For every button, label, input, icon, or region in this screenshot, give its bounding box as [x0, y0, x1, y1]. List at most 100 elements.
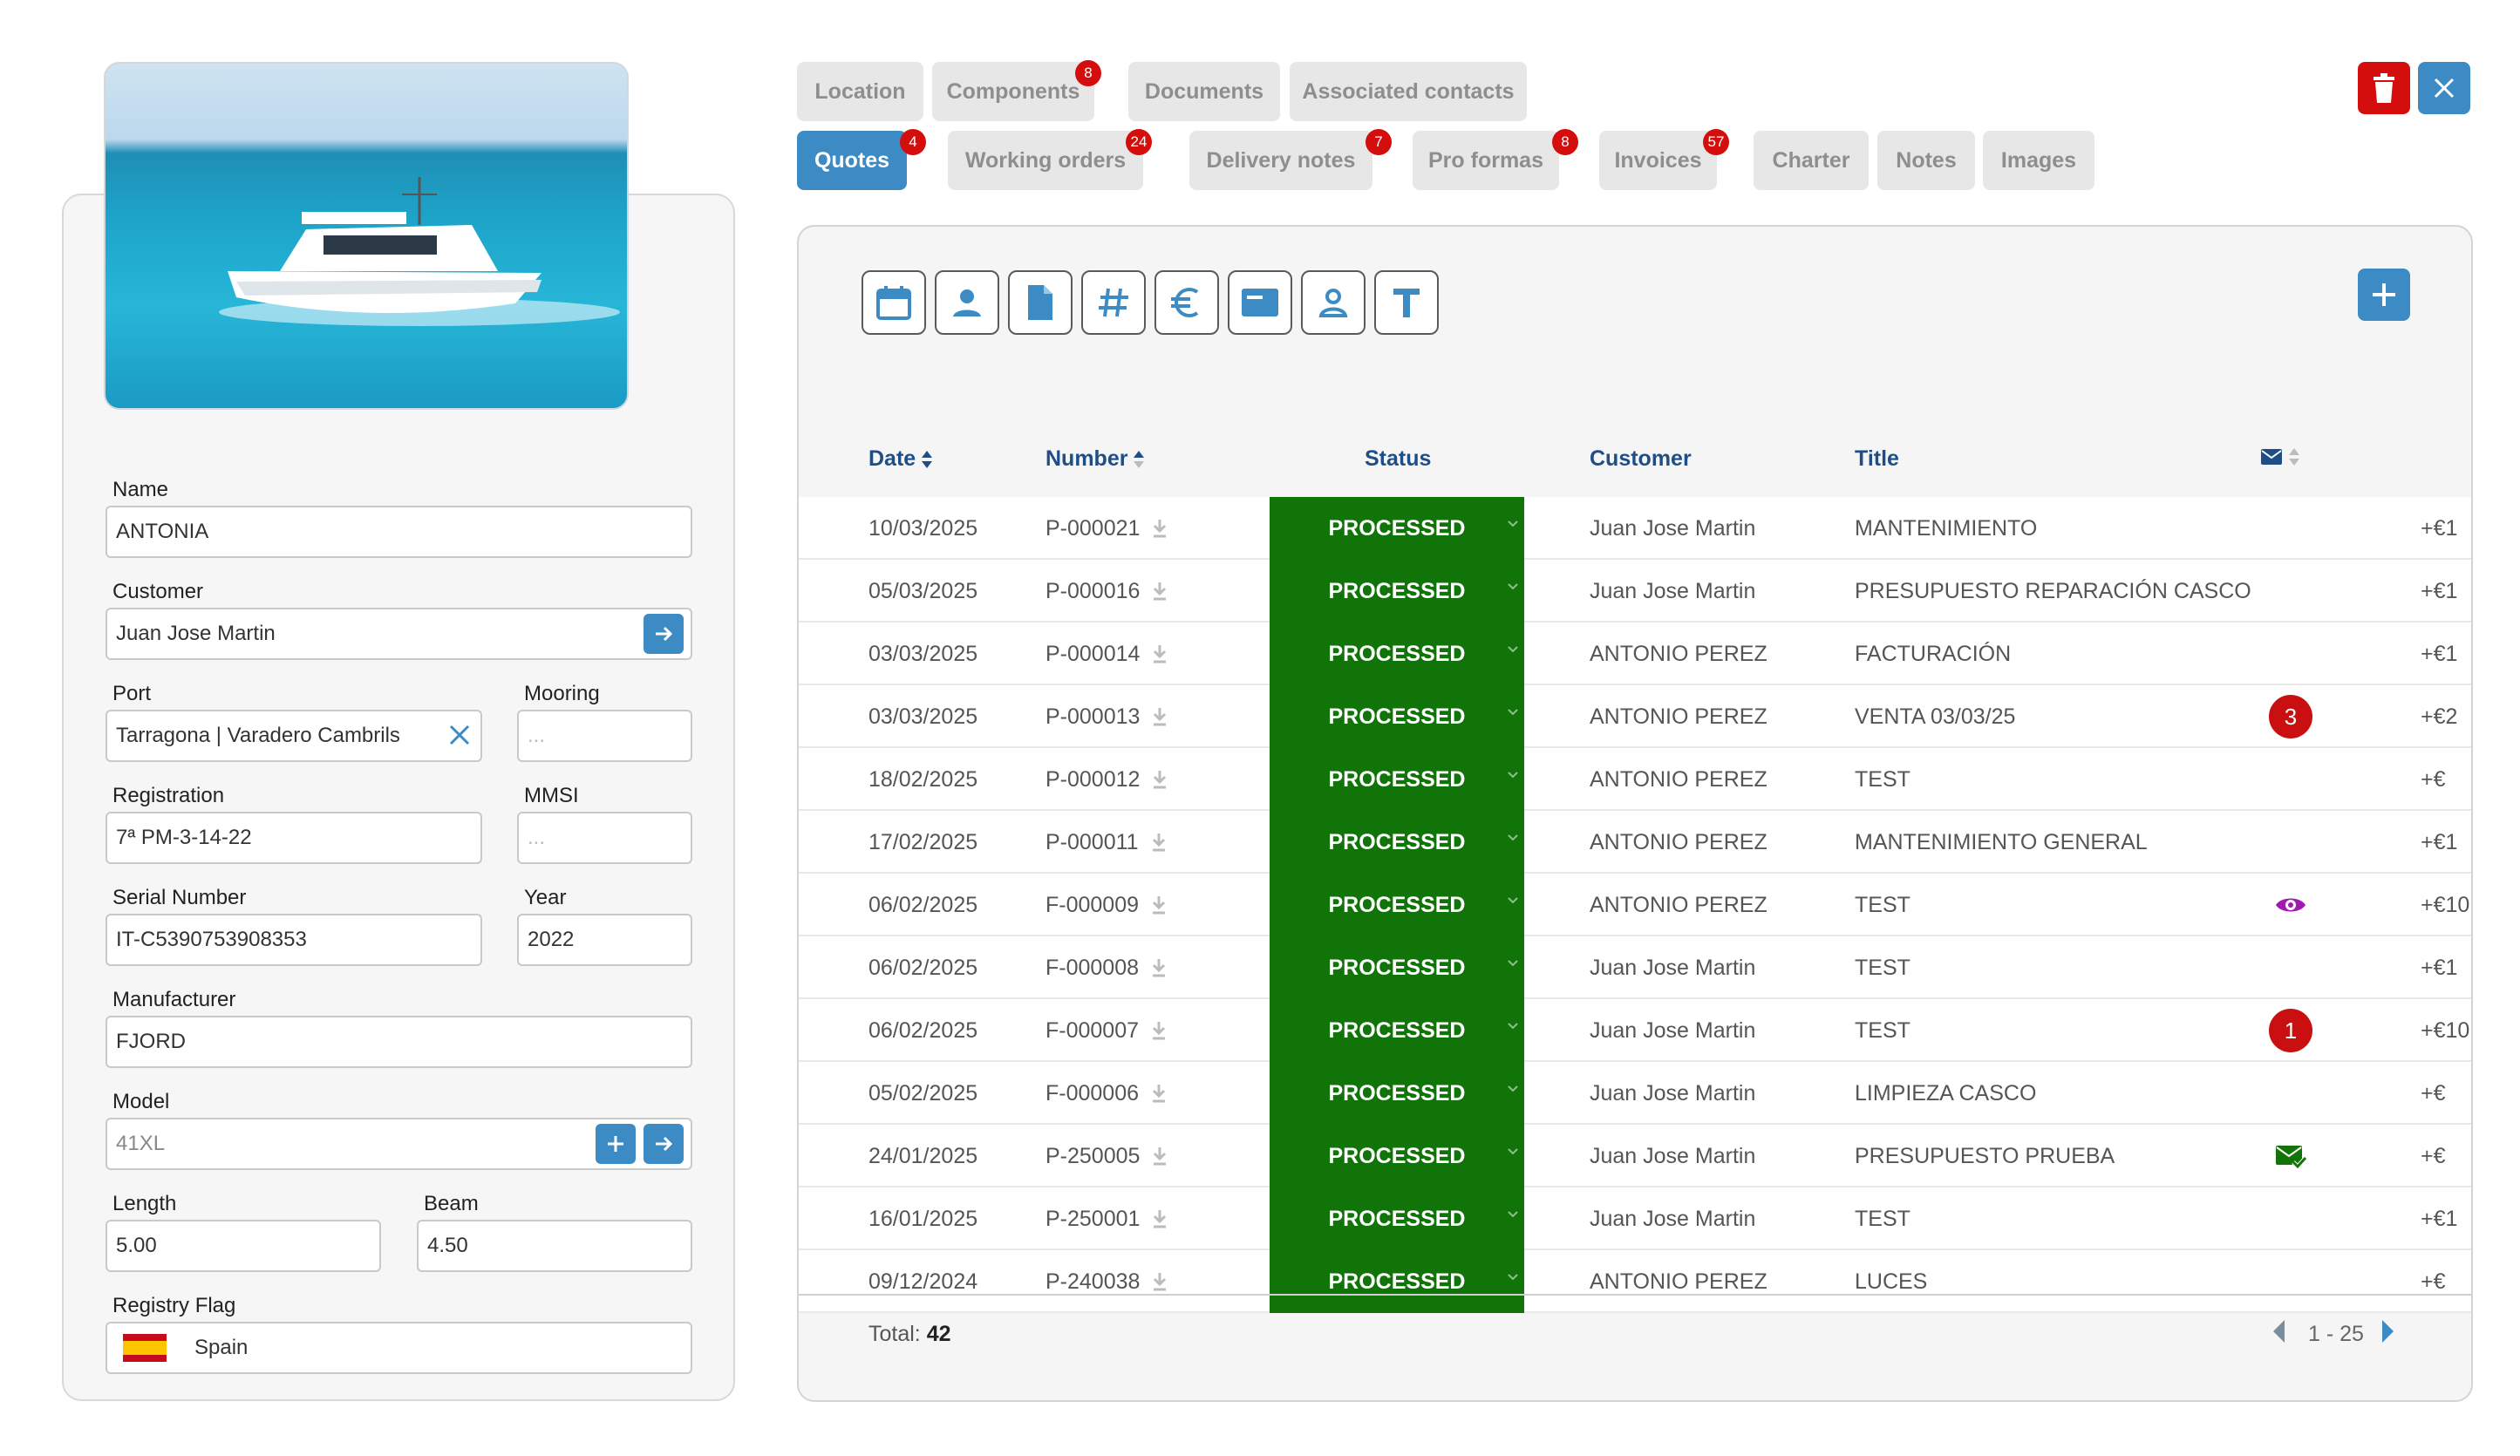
tab-location[interactable]: Location — [797, 62, 923, 121]
download-icon[interactable] — [1152, 519, 1168, 538]
status-badge[interactable]: PROCESSED — [1270, 1125, 1524, 1187]
filter-amount-button[interactable] — [1154, 270, 1219, 335]
mooring-field[interactable]: ... — [517, 710, 692, 762]
filter-customer-button[interactable] — [935, 270, 999, 335]
status-badge[interactable]: PROCESSED — [1270, 685, 1524, 748]
table-row[interactable]: 03/03/2025 P-000014 PROCESSED ANTONIO PEREZ… — [799, 623, 2471, 685]
tab-invoices[interactable]: Invoices 57 — [1599, 129, 1729, 190]
status-badge[interactable]: PROCESSED — [1270, 560, 1524, 623]
plus-icon — [608, 1136, 623, 1152]
tab-images[interactable]: Images — [1983, 131, 2094, 190]
filter-title-button[interactable] — [1374, 270, 1439, 335]
name-field[interactable]: ANTONIA — [106, 506, 692, 558]
tab-quotes[interactable]: Quotes 4 — [797, 129, 926, 190]
table-row[interactable]: 06/02/2025 F-000008 PROCESSED Juan Jose Mar… — [799, 936, 2471, 999]
customer-field[interactable]: Juan Jose Martin — [106, 608, 692, 660]
download-icon[interactable] — [1152, 1209, 1168, 1228]
tab-associated-contacts[interactable]: Associated contacts — [1290, 62, 1527, 121]
header-number[interactable]: Number — [1045, 446, 1145, 472]
row-indicator: 1 — [2260, 999, 2321, 1062]
mmsi-field[interactable]: ... — [517, 812, 692, 864]
filter-document-button[interactable] — [1008, 270, 1073, 335]
download-icon[interactable] — [1152, 1146, 1168, 1166]
row-date: 06/02/2025 — [868, 892, 978, 917]
components-count-badge: 8 — [1075, 60, 1101, 86]
add-quote-button[interactable] — [2358, 269, 2410, 321]
tab-working-orders[interactable]: Working orders 24 — [948, 129, 1152, 190]
table-row[interactable]: 18/02/2025 P-000012 PROCESSED ANTONIO PEREZ… — [799, 748, 2471, 811]
table-row[interactable]: 09/12/2024 P-240038 PROCESSED ANTONIO PEREZ… — [799, 1250, 2471, 1313]
tab-pro-formas[interactable]: Pro formas 8 — [1413, 129, 1578, 190]
filter-number-button[interactable] — [1081, 270, 1146, 335]
download-icon[interactable] — [1152, 644, 1168, 663]
table-row[interactable]: 05/02/2025 F-000006 PROCESSED Juan Jose Mar… — [799, 1062, 2471, 1125]
table-row[interactable]: 10/03/2025 P-000021 PROCESSED Juan Jose Mar… — [799, 497, 2471, 560]
download-icon[interactable] — [1152, 582, 1168, 601]
port-field[interactable]: Tarragona | Varadero Cambrils — [106, 710, 482, 762]
close-button[interactable] — [2418, 62, 2470, 114]
header-title[interactable]: Title — [1855, 446, 1899, 472]
clear-port-icon[interactable] — [446, 722, 473, 748]
table-row[interactable]: 06/02/2025 F-000009 PROCESSED ANTONIO PEREZ… — [799, 874, 2471, 936]
row-number: P-000016 — [1045, 560, 1168, 623]
status-badge[interactable]: PROCESSED — [1270, 811, 1524, 874]
table-row[interactable]: 17/02/2025 P-000011 PROCESSED ANTONIO PEREZ… — [799, 811, 2471, 874]
download-icon[interactable] — [1151, 958, 1167, 977]
add-model-button[interactable] — [596, 1124, 636, 1164]
open-model-button[interactable] — [644, 1124, 684, 1164]
tab-notes[interactable]: Notes — [1877, 131, 1975, 190]
document-icon — [1028, 285, 1052, 320]
card-icon — [1242, 289, 1278, 316]
length-field[interactable]: 5.00 — [106, 1220, 381, 1272]
header-email[interactable] — [2260, 446, 2300, 467]
row-date: 16/01/2025 — [868, 1206, 978, 1231]
prev-page-icon[interactable] — [2271, 1318, 2297, 1346]
status-badge[interactable]: PROCESSED — [1270, 936, 1524, 999]
download-icon[interactable] — [1151, 1021, 1167, 1040]
manufacturer-field[interactable]: FJORD — [106, 1016, 692, 1068]
table-row[interactable]: 24/01/2025 P-250005 PROCESSED Juan Jose Mar… — [799, 1125, 2471, 1187]
tab-charter[interactable]: Charter — [1754, 131, 1869, 190]
flag-field[interactable]: Spain — [106, 1322, 692, 1374]
header-customer[interactable]: Customer — [1590, 446, 1692, 472]
header-status[interactable]: Status — [1365, 446, 1431, 472]
filter-date-button[interactable] — [862, 270, 926, 335]
download-icon[interactable] — [1151, 895, 1167, 915]
table-row[interactable]: 16/01/2025 P-250001 PROCESSED Juan Jose Mar… — [799, 1187, 2471, 1250]
tab-components[interactable]: Components 8 — [932, 60, 1101, 121]
download-icon[interactable] — [1152, 707, 1168, 726]
row-amount: +€10 — [2421, 1017, 2470, 1043]
table-row[interactable]: 05/03/2025 P-000016 PROCESSED Juan Jose Mar… — [799, 560, 2471, 623]
status-badge[interactable]: PROCESSED — [1270, 874, 1524, 936]
status-badge[interactable]: PROCESSED — [1270, 1062, 1524, 1125]
serial-field[interactable]: IT-C5390753908353 — [106, 914, 482, 966]
registration-field[interactable]: 7ª PM-3-14-22 — [106, 812, 482, 864]
download-icon[interactable] — [1151, 833, 1167, 852]
row-number: F-000006 — [1045, 1062, 1167, 1125]
status-badge[interactable]: PROCESSED — [1270, 748, 1524, 811]
status-badge[interactable]: PROCESSED — [1270, 497, 1524, 560]
table-row[interactable]: 03/03/2025 P-000013 PROCESSED ANTONIO PEREZ… — [799, 685, 2471, 748]
row-customer: ANTONIO PEREZ — [1590, 1269, 1767, 1294]
status-badge[interactable]: PROCESSED — [1270, 999, 1524, 1062]
beam-field[interactable]: 4.50 — [417, 1220, 692, 1272]
next-page-icon[interactable] — [2379, 1318, 2405, 1346]
sort-icon — [922, 450, 933, 468]
delete-button[interactable] — [2358, 62, 2410, 114]
header-date[interactable]: Date — [868, 446, 933, 472]
open-customer-button[interactable] — [644, 614, 684, 654]
tab-documents[interactable]: Documents — [1128, 62, 1280, 121]
filter-card-button[interactable] — [1228, 270, 1292, 335]
download-icon[interactable] — [1151, 1084, 1167, 1103]
filter-contact-button[interactable] — [1301, 270, 1366, 335]
year-field[interactable]: 2022 — [517, 914, 692, 966]
tab-delivery-notes[interactable]: Delivery notes 7 — [1189, 129, 1392, 190]
download-icon[interactable] — [1152, 1272, 1168, 1291]
table-row[interactable]: 06/02/2025 F-000007 PROCESSED Juan Jose Mar… — [799, 999, 2471, 1062]
status-badge[interactable]: PROCESSED — [1270, 1250, 1524, 1313]
status-badge[interactable]: PROCESSED — [1270, 623, 1524, 685]
status-badge[interactable]: PROCESSED — [1270, 1187, 1524, 1250]
download-icon[interactable] — [1152, 770, 1168, 789]
eye-icon — [2276, 898, 2305, 912]
beam-label: Beam — [424, 1192, 479, 1215]
